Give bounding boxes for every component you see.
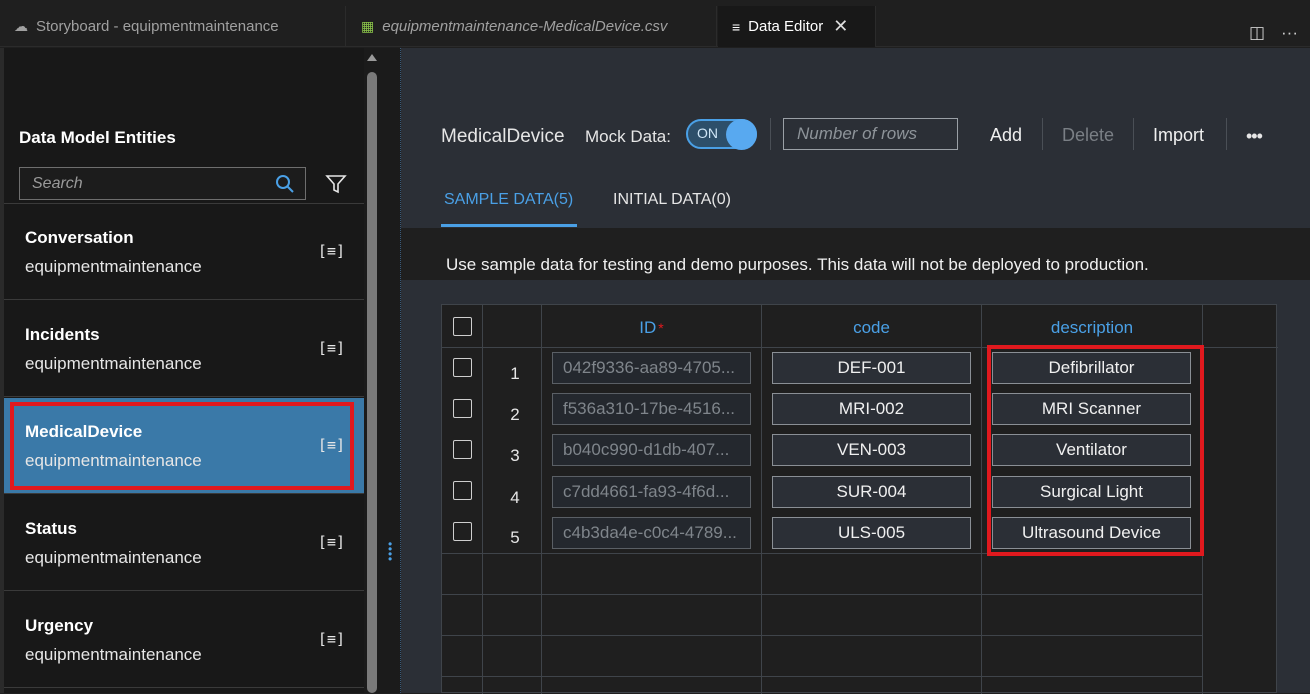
entity-list-icon: [≡] (317, 630, 345, 648)
entity-list-icon: [≡] (317, 339, 345, 357)
toggle-state-label: ON (697, 125, 718, 141)
panel-splitter[interactable]: • • • • (380, 48, 401, 693)
row-number: 5 (510, 528, 520, 547)
mock-data-toggle[interactable]: ON (686, 119, 757, 150)
entity-name: Conversation (25, 228, 134, 247)
toggle-knob (726, 119, 757, 150)
entity-name: MedicalDevice (25, 422, 143, 441)
delete-button[interactable]: Delete (1062, 125, 1114, 146)
info-message: Use sample data for testing and demo pur… (446, 255, 1149, 274)
tab-sample-data[interactable]: SAMPLE DATA(5) (444, 191, 573, 209)
active-tab-indicator (441, 224, 577, 227)
more-options-icon[interactable]: ••• (1246, 126, 1263, 147)
column-header-code[interactable]: code (762, 318, 981, 338)
tab-initial-data[interactable]: INITIAL DATA(0) (613, 191, 731, 209)
entities-sidebar: Data Model Entities Conversation equipme… (0, 48, 364, 693)
entity-list-icon: [≡] (317, 533, 345, 551)
sidebar-scrollbar[interactable] (364, 48, 380, 693)
row-checkbox[interactable] (453, 399, 472, 418)
entity-item-status[interactable]: Status equipmentmaintenance [≡] (4, 495, 364, 591)
row-checkbox[interactable] (453, 522, 472, 541)
cloud-icon: ☁ (14, 18, 28, 34)
tab-data-editor[interactable]: ≡ Data Editor ✕ (718, 6, 876, 47)
sidebar-title: Data Model Entities (19, 128, 176, 147)
row-number: 3 (510, 446, 520, 465)
row-number: 2 (510, 405, 520, 424)
code-cell[interactable]: VEN-003 (772, 434, 971, 466)
entity-namespace: equipmentmaintenance (25, 257, 202, 276)
column-header-description[interactable]: description (982, 318, 1202, 338)
row-checkbox[interactable] (453, 440, 472, 459)
entity-list-icon: [≡] (317, 242, 345, 260)
divider (1133, 118, 1134, 150)
code-cell[interactable]: MRI-002 (772, 393, 971, 425)
mock-data-label: Mock Data: (585, 127, 671, 146)
entity-item-urgency[interactable]: Urgency equipmentmaintenance [≡] (4, 592, 364, 688)
row-number: 1 (510, 364, 520, 383)
list-icon: ≡ (732, 18, 741, 35)
tab-csv-file[interactable]: ▦ equipmentmaintenance-MedicalDevice.csv (347, 6, 717, 47)
entity-list-icon: [≡] (317, 436, 345, 454)
drag-handle-icon[interactable]: • • • • (388, 538, 392, 565)
data-table: ID * code description 1 042f9336-aa89-470… (441, 304, 1278, 694)
row-checkbox[interactable] (453, 481, 472, 500)
entity-item-medicaldevice[interactable]: MedicalDevice equipmentmaintenance [≡] (4, 398, 364, 494)
entity-name: Urgency (25, 616, 94, 635)
divider (770, 118, 771, 150)
scroll-up-icon[interactable] (367, 54, 377, 61)
row-checkbox[interactable] (453, 358, 472, 377)
entity-namespace: equipmentmaintenance (25, 645, 202, 664)
column-header-label: ID (639, 318, 657, 337)
entity-namespace: equipmentmaintenance (25, 354, 202, 373)
data-editor-panel: MedicalDevice Mock Data: ON Add Delete I… (401, 48, 1310, 694)
entity-item-conversation[interactable]: Conversation equipmentmaintenance [≡] (4, 204, 364, 300)
close-icon[interactable]: ✕ (833, 16, 848, 37)
required-marker: * (658, 320, 664, 336)
editor-header: MedicalDevice Mock Data: ON Add Delete I… (401, 48, 1310, 228)
divider (1226, 118, 1227, 150)
filter-icon[interactable] (325, 173, 347, 195)
entity-item-incidents[interactable]: Incidents equipmentmaintenance [≡] (4, 301, 364, 397)
id-cell: c7dd4661-fa93-4f6d... (552, 476, 751, 508)
code-cell[interactable]: DEF-001 (772, 352, 971, 384)
add-button[interactable]: Add (990, 125, 1022, 146)
entity-namespace: equipmentmaintenance (25, 451, 202, 470)
entity-title: MedicalDevice (441, 126, 565, 147)
code-cell[interactable]: SUR-004 (772, 476, 971, 508)
id-cell: c4b3da4e-c0c4-4789... (552, 517, 751, 549)
tab-label: Storyboard - equipmentmaintenance (36, 18, 279, 35)
tab-label: equipmentmaintenance-MedicalDevice.csv (382, 18, 668, 35)
search-input[interactable] (20, 168, 305, 199)
tab-storyboard[interactable]: ☁ Storyboard - equipmentmaintenance (0, 6, 346, 47)
search-icon[interactable] (275, 174, 295, 194)
entity-namespace: equipmentmaintenance (25, 548, 202, 567)
description-highlight (987, 345, 1204, 556)
more-actions-icon[interactable]: ··· (1281, 23, 1298, 43)
row-number: 4 (510, 488, 520, 507)
search-box (19, 167, 306, 200)
editor-tab-bar: ☁ Storyboard - equipmentmaintenance ▦ eq… (0, 6, 1310, 47)
number-of-rows-input[interactable] (784, 119, 957, 149)
grid-area: ID * code description 1 042f9336-aa89-470… (401, 280, 1310, 694)
split-editor-icon[interactable]: ◫ (1249, 23, 1265, 43)
entity-name: Incidents (25, 325, 100, 344)
selection-highlight (10, 402, 354, 490)
id-cell: f536a310-17be-4516... (552, 393, 751, 425)
column-header-id[interactable]: ID * (542, 318, 761, 338)
rows-field (783, 118, 958, 150)
divider (1042, 118, 1043, 150)
csv-file-icon: ▦ (361, 18, 375, 34)
entity-name: Status (25, 519, 77, 538)
id-cell: b040c990-d1db-407... (552, 434, 751, 466)
import-button[interactable]: Import (1153, 125, 1204, 146)
tab-label: Data Editor (748, 18, 824, 35)
code-cell[interactable]: ULS-005 (772, 517, 971, 549)
id-cell: 042f9336-aa89-4705... (552, 352, 751, 384)
select-all-checkbox[interactable] (453, 317, 472, 336)
scrollbar-thumb[interactable] (367, 72, 377, 693)
